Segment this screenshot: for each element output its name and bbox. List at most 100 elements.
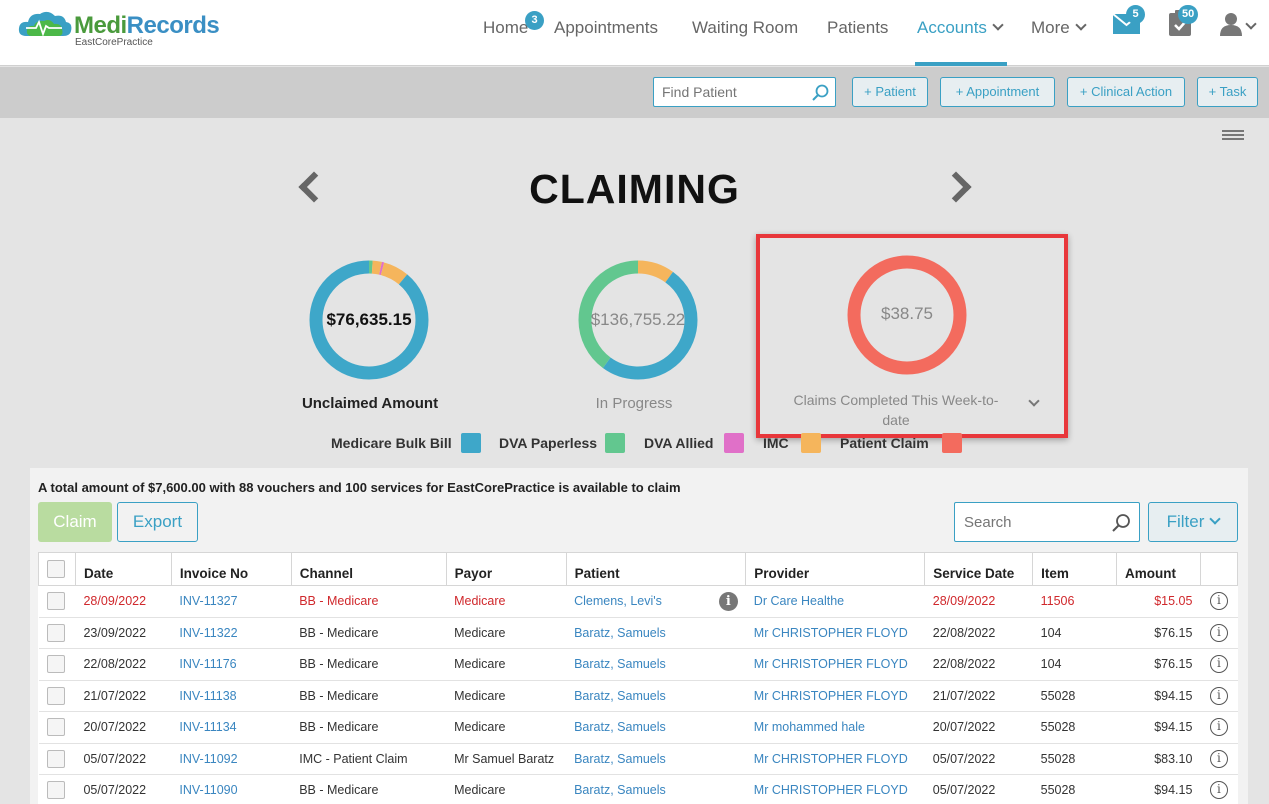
cell-patient[interactable]: Baratz, Samuels [566,742,746,775]
hamburger-menu-icon[interactable] [1222,130,1244,142]
user-menu[interactable] [1220,12,1257,41]
cell-text: $76.15 [1154,657,1193,672]
table-row[interactable]: 21/07/2022 INV-11138 BB - Medicare Medicare… [38,679,1238,712]
row-checkbox[interactable] [46,655,65,674]
nav-more[interactable]: More [1031,16,1087,40]
header-patient[interactable]: Patient [565,552,747,586]
home-badge: 3 [525,11,544,30]
cell-invoice[interactable]: INV-11327 [171,585,292,618]
cell-text: 05/07/2022 [932,751,996,766]
cell-invoice[interactable]: INV-11090 [171,774,292,804]
add-clinical-action-button[interactable]: + Clinical Action [1067,77,1185,107]
row-info-cell: i [1200,648,1238,681]
cell-text: Medicare [454,688,506,703]
brand-name: MediRecords [74,12,220,39]
cell-provider[interactable]: Mr mohammed hale [745,711,925,744]
table-row[interactable]: 23/09/2022 INV-11322 BB - Medicare Medicare… [38,616,1238,649]
info-icon[interactable]: i [1209,623,1228,642]
cell-provider[interactable]: Mr CHRISTOPHER FLOYD [745,616,925,649]
filter-button[interactable]: Filter [1148,502,1238,542]
cell-item: 55028 [1032,774,1117,804]
cell-provider[interactable]: Mr CHRISTOPHER FLOYD [745,679,925,712]
info-icon[interactable]: i [1209,718,1228,737]
cell-text: BB - Medicare [299,625,379,640]
cell-invoice[interactable]: INV-11322 [171,616,292,649]
info-icon[interactable]: i [1209,686,1228,705]
cell-text: Mr CHRISTOPHER FLOYD [753,751,908,766]
nav-home[interactable]: Home [483,16,528,40]
table-search-field[interactable] [954,502,1140,542]
table-row[interactable]: 22/08/2022 INV-11176 BB - Medicare Medicare… [38,648,1238,681]
add-patient-button[interactable]: + Patient [852,77,928,107]
table-row[interactable]: 20/07/2022 INV-11134 BB - Medicare Medicare… [38,711,1238,744]
top-navbar: MediRecords EastCorePractice Home 3 Appo… [0,0,1269,66]
cell-patient[interactable]: Clemens, Levi's i [566,585,746,618]
medirecords-logo[interactable]: MediRecords EastCorePractice [18,10,228,50]
cell-patient[interactable]: Baratz, Samuels [566,774,746,804]
cell-invoice[interactable]: INV-11092 [171,742,292,775]
cell-text: Mr CHRISTOPHER FLOYD [753,625,908,640]
claim-button[interactable]: Claim [38,502,112,542]
cell-text: IMC - Patient Claim [299,751,408,766]
info-icon[interactable]: i [1209,749,1228,768]
row-checkbox[interactable] [46,718,65,737]
table-row[interactable]: 05/07/2022 INV-11092 IMC - Patient Claim Mr… [38,742,1238,775]
user-avatar-icon [1220,13,1242,36]
select-all-cell [38,552,76,586]
add-task-button[interactable]: + Task [1197,77,1258,107]
cell-service-date: 05/07/2022 [924,742,1033,775]
row-checkbox[interactable] [46,592,65,611]
cell-invoice[interactable]: INV-11176 [171,648,292,681]
add-appointment-button[interactable]: + Appointment [940,77,1055,107]
row-checkbox[interactable] [46,781,65,800]
info-icon[interactable]: i [1209,781,1228,800]
table-row[interactable]: 05/07/2022 INV-11090 BB - Medicare Medicare… [38,774,1238,804]
cell-patient[interactable]: Baratz, Samuels [566,648,746,681]
cell-text: 55028 [1040,751,1076,766]
cell-patient[interactable]: Baratz, Samuels [566,616,746,649]
cell-provider[interactable]: Dr Care Healthe [745,585,925,618]
find-patient-input[interactable] [654,78,804,106]
cell-text: $94.15 [1154,783,1193,798]
info-icon[interactable]: i [1209,592,1228,611]
nav-patients[interactable]: Patients [827,16,888,40]
cell-text: Medicare [454,783,506,798]
find-patient-field[interactable] [653,77,836,107]
row-checkbox[interactable] [46,623,65,642]
highlight-box [756,234,1068,438]
cell-provider[interactable]: Mr CHRISTOPHER FLOYD [745,742,925,775]
header-channel[interactable]: Channel [290,552,447,586]
cell-provider[interactable]: Mr CHRISTOPHER FLOYD [745,648,925,681]
row-select-cell [38,648,76,681]
header-invoice-no[interactable]: Invoice No [170,552,292,586]
filter-label: Filter [1166,512,1205,531]
select-all-checkbox[interactable] [47,560,65,578]
header-service-date[interactable]: Service Date [924,552,1034,586]
table-row[interactable]: 28/09/2022 INV-11327 BB - Medicare Medicare… [38,585,1238,618]
export-button[interactable]: Export [117,502,198,542]
row-checkbox[interactable] [46,749,65,768]
cell-patient[interactable]: Baratz, Samuels [566,711,746,744]
cell-patient[interactable]: Baratz, Samuels [566,679,746,712]
cell-invoice[interactable]: INV-11138 [171,679,292,712]
header-amount[interactable]: Amount [1115,552,1201,586]
nav-waiting-room[interactable]: Waiting Room [692,16,798,40]
cell-invoice[interactable]: INV-11134 [171,711,292,744]
search-icon[interactable] [812,84,829,101]
header-date[interactable]: Date [74,552,172,586]
cell-provider[interactable]: Mr CHRISTOPHER FLOYD [745,774,925,804]
search-icon[interactable] [1112,513,1131,532]
cell-amount: $83.10 [1116,742,1201,775]
nav-accounts[interactable]: Accounts [917,16,1004,40]
cell-text: 23/09/2022 [83,625,147,640]
cell-text: Mr mohammed hale [753,720,865,735]
row-checkbox[interactable] [46,686,65,705]
table-search-input[interactable] [955,503,1105,541]
header-item[interactable]: Item [1032,552,1117,586]
header-provider[interactable]: Provider [745,552,926,586]
cell-item: 55028 [1032,742,1117,775]
nav-appointments[interactable]: Appointments [554,16,658,40]
header-payor[interactable]: Payor [445,552,567,586]
info-icon[interactable]: i [1209,655,1228,674]
patient-info-icon[interactable]: i [718,592,738,611]
